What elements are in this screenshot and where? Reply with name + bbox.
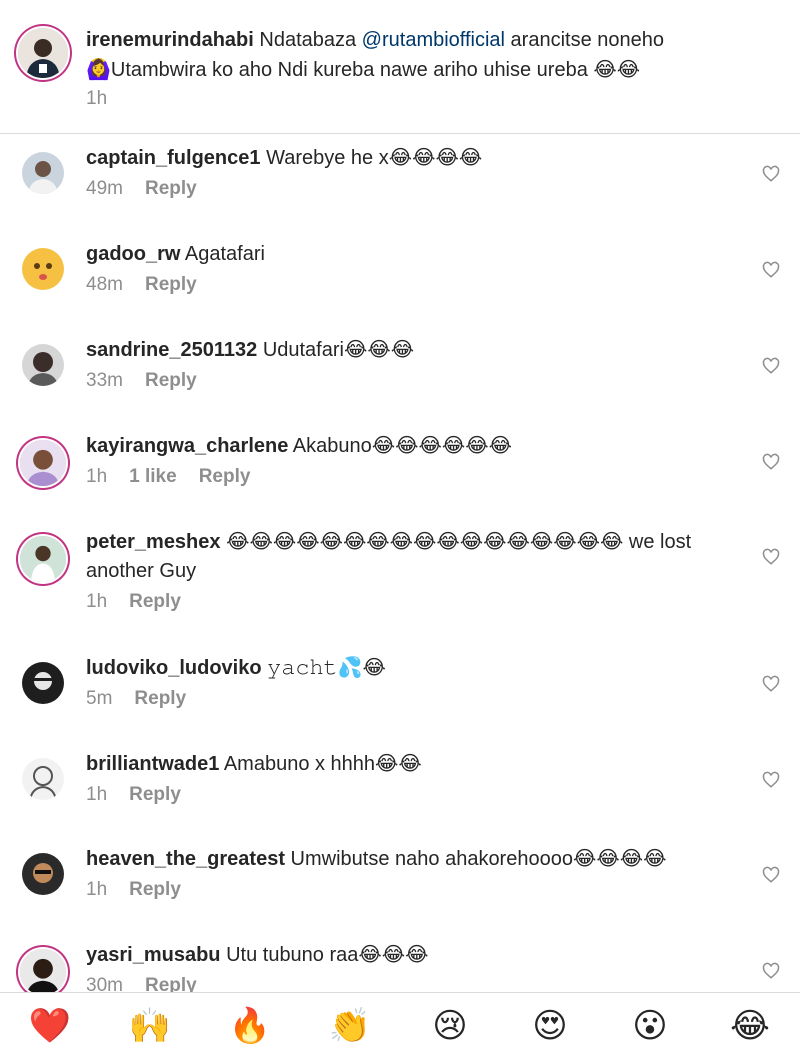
- likes-count[interactable]: 1 like: [129, 466, 177, 487]
- comment-meta: 1h Reply: [86, 784, 203, 806]
- comment-time: 1h: [86, 466, 108, 487]
- comment-meta: 1h Reply: [86, 591, 203, 613]
- caption-mention[interactable]: @rutambiofficial: [362, 29, 505, 51]
- like-heart-icon[interactable]: [762, 771, 780, 789]
- comment-time: 1h: [86, 591, 108, 612]
- comment-text: Utu tubuno raa😂😂😂: [226, 944, 429, 966]
- comment-username[interactable]: sandrine_2501132: [86, 339, 257, 361]
- like-heart-icon[interactable]: [762, 866, 780, 884]
- comment-meta: 5m Reply: [86, 688, 208, 710]
- comment-meta: 48m Reply: [86, 274, 219, 296]
- reply-button[interactable]: Reply: [129, 784, 181, 805]
- like-heart-icon[interactable]: [762, 261, 780, 279]
- comment-item: captain_fulgence1 Warebye he x😂😂😂😂 49m Re…: [0, 140, 800, 236]
- avatar[interactable]: [22, 662, 64, 704]
- avatar[interactable]: [20, 949, 66, 995]
- comment-username[interactable]: kayirangwa_charlene: [86, 435, 288, 457]
- comment-username[interactable]: brilliantwade1: [86, 753, 219, 775]
- clapping-hands-emoji-button[interactable]: 👏: [320, 1006, 380, 1046]
- raising-hands-emoji-button[interactable]: 🙌: [120, 1006, 180, 1046]
- avatar[interactable]: [20, 536, 66, 582]
- comment-time: 5m: [86, 688, 113, 709]
- comment-username[interactable]: captain_fulgence1: [86, 147, 261, 169]
- post-caption: irenemurindahabi Ndatabaza @rutambioffic…: [0, 0, 800, 134]
- caption-meta: 1h: [86, 88, 129, 110]
- comment-username[interactable]: gadoo_rw: [86, 243, 180, 265]
- comment-username[interactable]: ludoviko_ludoviko: [86, 657, 262, 679]
- reply-button[interactable]: Reply: [199, 466, 251, 487]
- comment-text: Warebye he x😂😂😂😂: [266, 147, 483, 169]
- comment-username[interactable]: heaven_the_greatest: [86, 848, 285, 870]
- avatar[interactable]: [22, 248, 64, 290]
- caption-time: 1h: [86, 88, 108, 109]
- avatar-image: [22, 758, 64, 800]
- like-heart-icon[interactable]: [762, 357, 780, 375]
- reply-button[interactable]: Reply: [145, 370, 197, 391]
- surprised-face-emoji-button[interactable]: 😮: [620, 1006, 680, 1046]
- avatar[interactable]: [22, 853, 64, 895]
- comment-text: Umwibutse naho ahakorehoooo😂😂😂😂: [290, 848, 667, 870]
- avatar[interactable]: [18, 28, 68, 78]
- avatar-image: [22, 853, 64, 895]
- comment-username[interactable]: peter_meshex: [86, 531, 221, 553]
- caption-text-before: Ndatabaza: [259, 29, 362, 51]
- like-heart-icon[interactable]: [762, 548, 780, 566]
- comment-item: sandrine_2501132 Udutafari😂😂😂 33m Reply: [0, 332, 800, 428]
- like-heart-icon[interactable]: [762, 675, 780, 693]
- comment-meta: 49m Reply: [86, 178, 219, 200]
- avatar-image: [20, 949, 66, 995]
- comment-meta: 33m Reply: [86, 370, 219, 392]
- comment-time: 33m: [86, 370, 123, 391]
- tears-of-joy-emoji-button[interactable]: 😂: [720, 1006, 780, 1046]
- fire-emoji-button[interactable]: 🔥: [220, 1006, 280, 1046]
- comment-time: 1h: [86, 879, 108, 900]
- avatar[interactable]: [20, 440, 66, 486]
- comment-time: 48m: [86, 274, 123, 295]
- avatar-image: [20, 536, 66, 582]
- caption-username[interactable]: irenemurindahabi: [86, 29, 254, 51]
- reply-button[interactable]: Reply: [145, 274, 197, 295]
- avatar-image: [22, 152, 64, 194]
- comment-item: heaven_the_greatest Umwibutse naho ahako…: [0, 841, 800, 937]
- avatar[interactable]: [22, 152, 64, 194]
- red-heart-emoji-button[interactable]: ❤️: [20, 1006, 80, 1046]
- comment-text: Udutafari😂😂😂: [262, 339, 415, 361]
- comment-text: Amabuno x hhhh😂😂: [223, 753, 422, 775]
- avatar-image: [22, 662, 64, 704]
- caption-text: irenemurindahabi Ndatabaza @rutambioffic…: [86, 25, 786, 85]
- comment-text: Agatafari: [184, 243, 265, 265]
- like-heart-icon[interactable]: [762, 165, 780, 183]
- emoji-reaction-bar: ❤️ 🙌 🔥 👏 😢 😍 😮 😂: [0, 992, 800, 1058]
- heart-eyes-emoji-button[interactable]: 😍: [520, 1006, 580, 1046]
- comment-username[interactable]: yasri_musabu: [86, 944, 221, 966]
- avatar[interactable]: [22, 344, 64, 386]
- avatar[interactable]: [22, 758, 64, 800]
- comment-item: gadoo_rw Agatafari 48m Reply: [0, 236, 800, 332]
- crying-face-emoji-button[interactable]: 😢: [420, 1006, 480, 1046]
- comment-item: ludoviko_ludoviko 𝚢𝚊𝚌𝚑𝚝💦😂 5m Reply: [0, 650, 800, 746]
- avatar-image: [22, 248, 64, 290]
- like-heart-icon[interactable]: [762, 453, 780, 471]
- comment-meta: 1h 1 like Reply: [86, 466, 272, 488]
- reply-button[interactable]: Reply: [134, 688, 186, 709]
- reply-button[interactable]: Reply: [145, 178, 197, 199]
- comment-item: brilliantwade1 Amabuno x hhhh😂😂 1h Reply: [0, 746, 800, 842]
- comment-meta: 1h Reply: [86, 879, 203, 901]
- like-heart-icon[interactable]: [762, 962, 780, 980]
- reply-button[interactable]: Reply: [129, 591, 181, 612]
- comment-item: peter_meshex 😂😂😂😂😂😂😂😂😂😂😂😂😂😂😂😂😂 we lost a…: [0, 524, 800, 648]
- avatar-image: [18, 28, 68, 78]
- comment-time: 1h: [86, 784, 108, 805]
- comment-time: 49m: [86, 178, 123, 199]
- comment-text: Akabuno😂😂😂😂😂😂: [292, 435, 512, 457]
- comment-item: kayirangwa_charlene Akabuno😂😂😂😂😂😂 1h 1 li…: [0, 428, 800, 524]
- avatar-image: [20, 440, 66, 486]
- comment-text: 𝚢𝚊𝚌𝚑𝚝💦😂: [267, 657, 386, 679]
- reply-button[interactable]: Reply: [129, 879, 181, 900]
- avatar-image: [22, 344, 64, 386]
